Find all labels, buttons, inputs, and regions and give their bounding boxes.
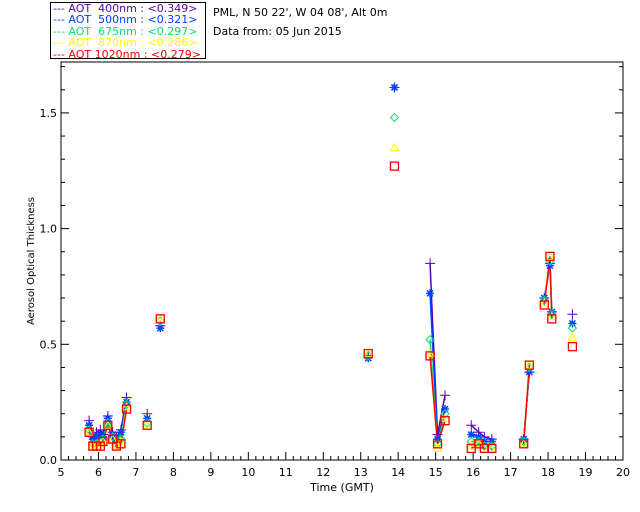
- y-tick-label: 0.0: [40, 454, 58, 467]
- x-tick-label: 11: [279, 466, 293, 479]
- y-axis-label: Aerosol Optical Thickness: [26, 197, 37, 325]
- data-point-triangle: [567, 332, 578, 341]
- x-tick-label: 13: [354, 466, 368, 479]
- chart: --- AOT 400nm : <0.349> --- AOT 500nm : <…: [0, 0, 640, 512]
- x-tick-label: 18: [541, 466, 555, 479]
- x-axis-label: Time (GMT): [309, 481, 374, 494]
- x-tick-label: 16: [466, 466, 480, 479]
- series-line: [522, 365, 531, 444]
- data-point-plus: [425, 258, 436, 269]
- x-tick-label: 17: [504, 466, 518, 479]
- x-tick-label: 8: [170, 466, 177, 479]
- x-tick-label: 15: [429, 466, 443, 479]
- data-point-square: [567, 341, 578, 352]
- x-tick-label: 14: [391, 466, 405, 479]
- x-tick-label: 20: [616, 466, 630, 479]
- data-point-plus: [440, 390, 451, 401]
- series-line: [470, 424, 480, 433]
- x-tick-label: 6: [95, 466, 102, 479]
- x-tick-label: 7: [132, 466, 139, 479]
- x-tick-label: 19: [579, 466, 593, 479]
- data-point-diamond: [389, 112, 400, 123]
- x-tick-label: 10: [241, 466, 255, 479]
- data-point-triangle: [389, 142, 400, 152]
- y-tick-label: 1.5: [40, 107, 58, 120]
- plot-area: 5 6 7 8 9 10 11 12 13 14 15 16 17 18 19 20 0.0 0.5 1.0 1.5 T…: [26, 61, 630, 494]
- data-point-square: [389, 161, 400, 171]
- data-point-asterisk: [390, 83, 399, 92]
- x-tick-label: 5: [58, 466, 65, 479]
- data-point-plus: [567, 309, 578, 320]
- data-point-asterisk: [426, 289, 435, 298]
- y-tick-label: 1.0: [40, 223, 58, 236]
- x-tick-label: 9: [207, 466, 214, 479]
- x-tick-label: 12: [316, 466, 330, 479]
- plot-frame: [60, 61, 624, 461]
- y-tick-label: 0.5: [40, 338, 58, 351]
